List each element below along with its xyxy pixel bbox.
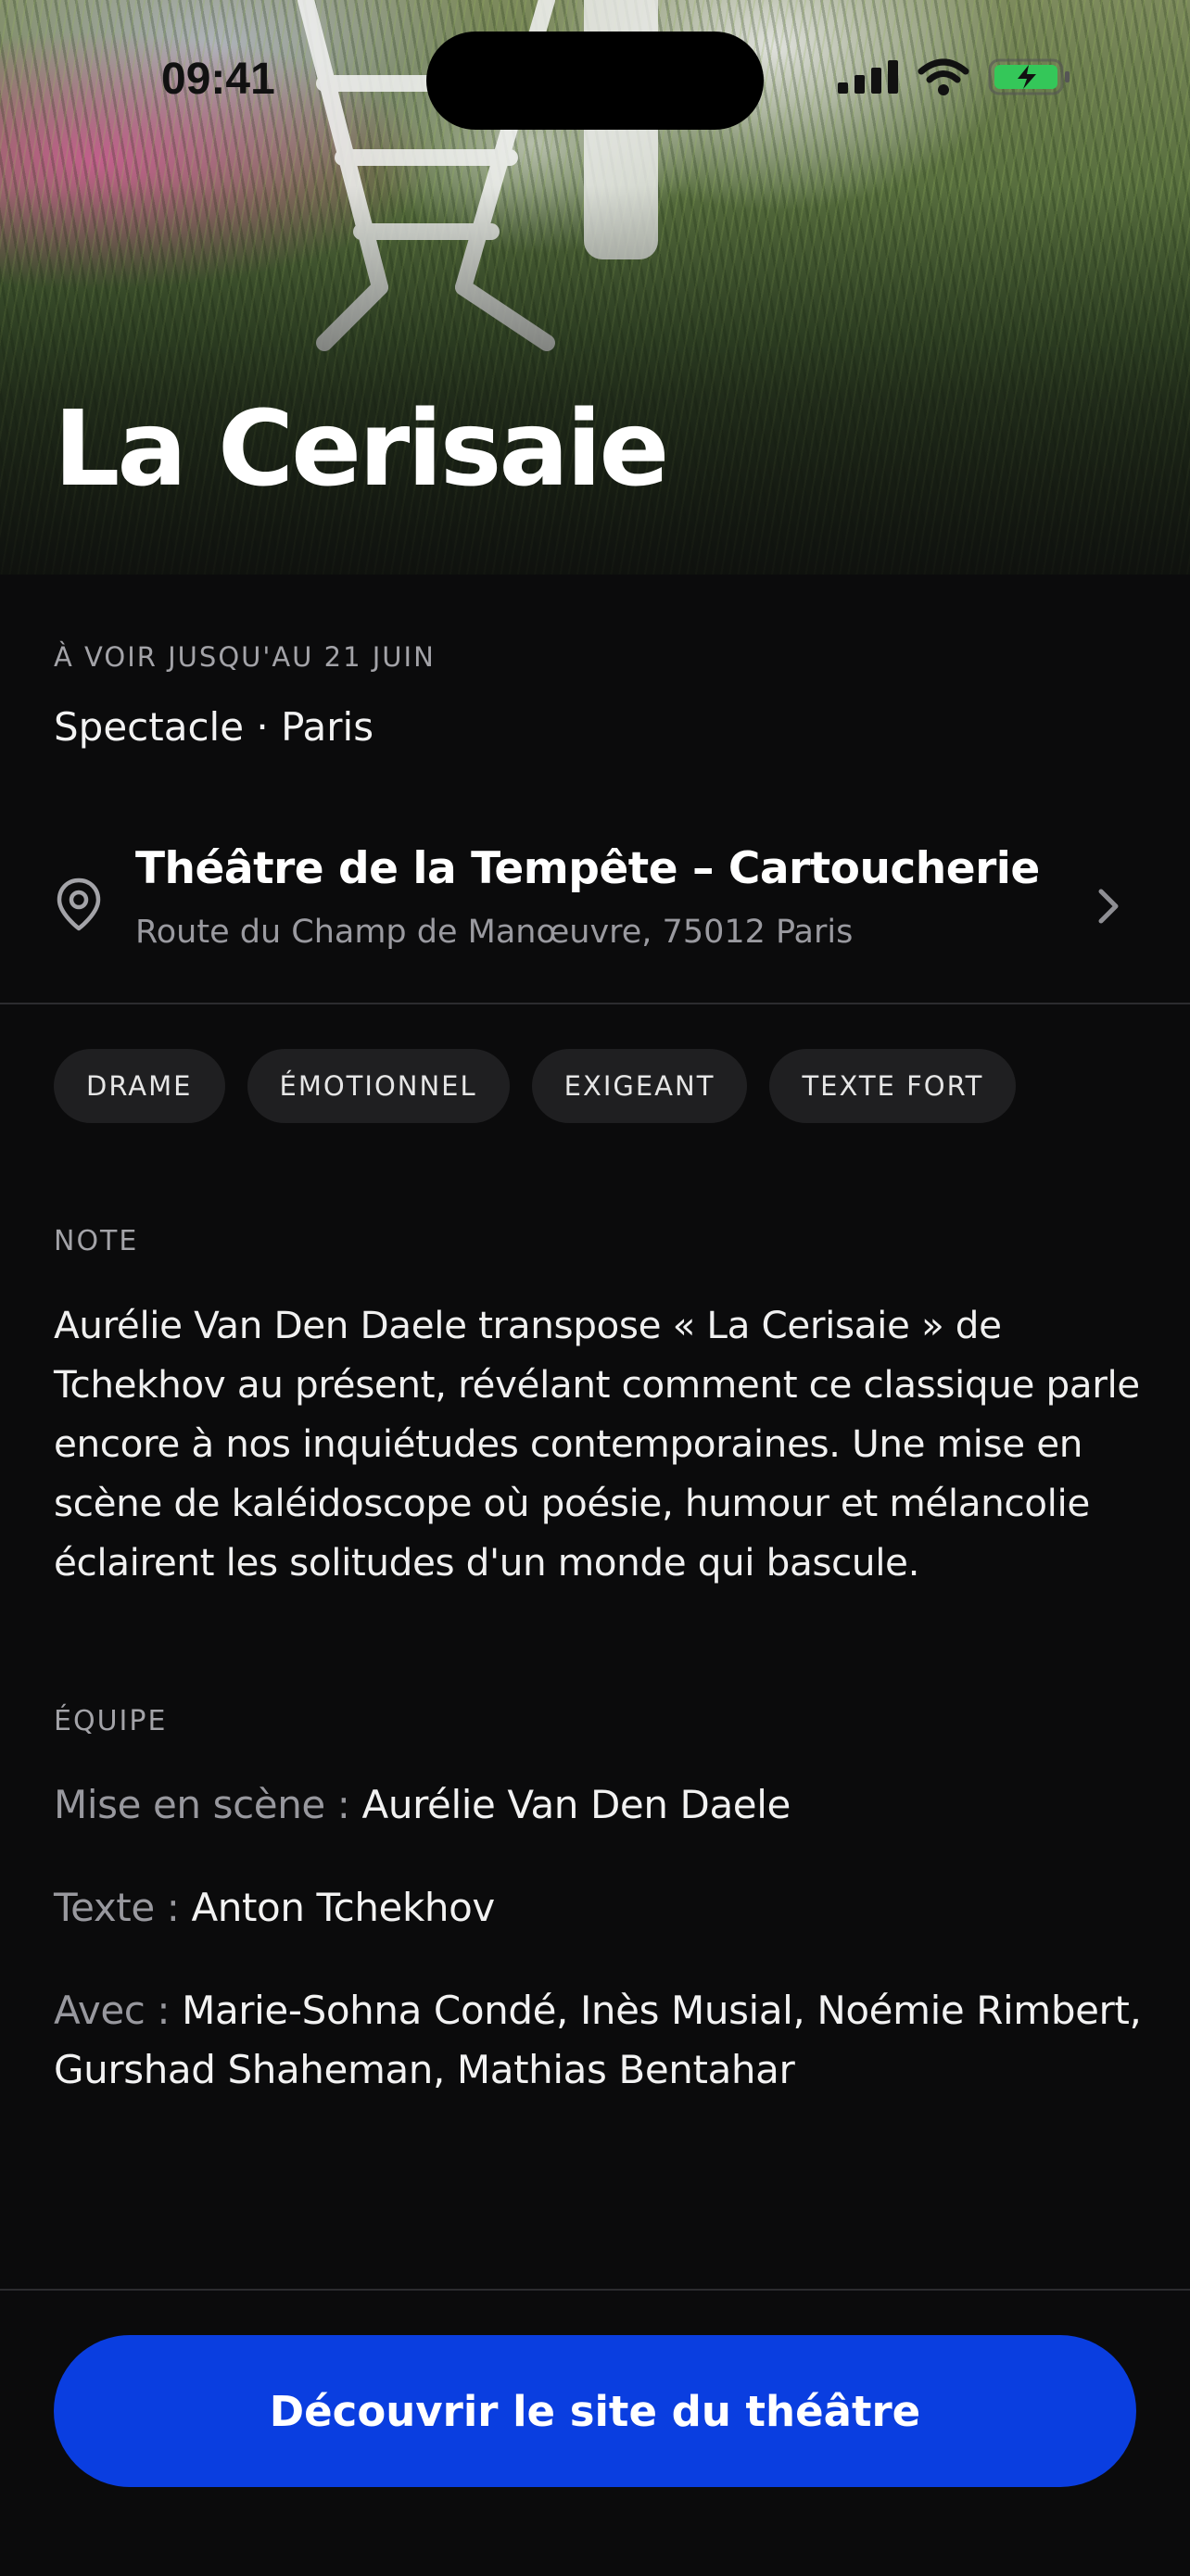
page-title: La Cerisaie: [54, 389, 669, 510]
tag-list: DRAME ÉMOTIONNEL EXIGEANT TEXTE FORT: [54, 1049, 1017, 1123]
status-time: 09:41: [161, 55, 275, 104]
chevron-right-icon: [1098, 889, 1119, 924]
credit-text: Texte : Anton Tchekhov: [54, 1878, 1147, 1938]
wifi-icon: [918, 58, 969, 95]
credit-director: Mise en scène : Aurélie Van Den Daele: [54, 1775, 1147, 1835]
note-text: Aurélie Van Den Daele transpose « La Cer…: [54, 1303, 1140, 1585]
credit-key: Mise en scène :: [54, 1782, 362, 1827]
run-dates: À VOIR JUSQU'AU 21 JUIN: [54, 641, 436, 673]
hero-gradient-overlay: [0, 185, 1190, 575]
divider: [0, 1003, 1190, 1004]
status-icons: [838, 57, 1071, 96]
venue-name: Théâtre de la Tempête – Cartoucherie: [135, 843, 1040, 894]
team-label: ÉQUIPE: [54, 1705, 168, 1737]
cellular-signal-icon: [838, 60, 898, 94]
credit-value: Aurélie Van Den Daele: [361, 1782, 791, 1827]
tag-chip: DRAME: [54, 1049, 225, 1123]
credit-cast: Avec : Marie-Sohna Condé, Inès Musial, N…: [54, 1981, 1147, 2100]
credit-value: Marie-Sohna Condé, Inès Musial, Noémie R…: [54, 1988, 1142, 2092]
visit-theatre-website-button[interactable]: Découvrir le site du théâtre: [54, 2335, 1136, 2487]
tag-chip: EXIGEANT: [531, 1049, 748, 1123]
venue-address: Route du Champ de Manœuvre, 75012 Paris: [135, 914, 854, 951]
battery-charging-icon: [988, 58, 1070, 95]
event-category: Spectacle · Paris: [54, 704, 374, 750]
tag-chip: ÉMOTIONNEL: [247, 1049, 510, 1123]
location-pin-icon: [57, 878, 101, 931]
tag-chip: TEXTE FORT: [769, 1049, 1017, 1123]
note-label: NOTE: [54, 1225, 139, 1257]
credit-value: Anton Tchekhov: [191, 1885, 495, 1930]
venue-row[interactable]: Théâtre de la Tempête – Cartoucherie Rou…: [0, 825, 1190, 1001]
dynamic-island: [426, 32, 764, 130]
credit-key: Avec :: [54, 1988, 183, 2033]
credit-key: Texte :: [54, 1885, 192, 1930]
